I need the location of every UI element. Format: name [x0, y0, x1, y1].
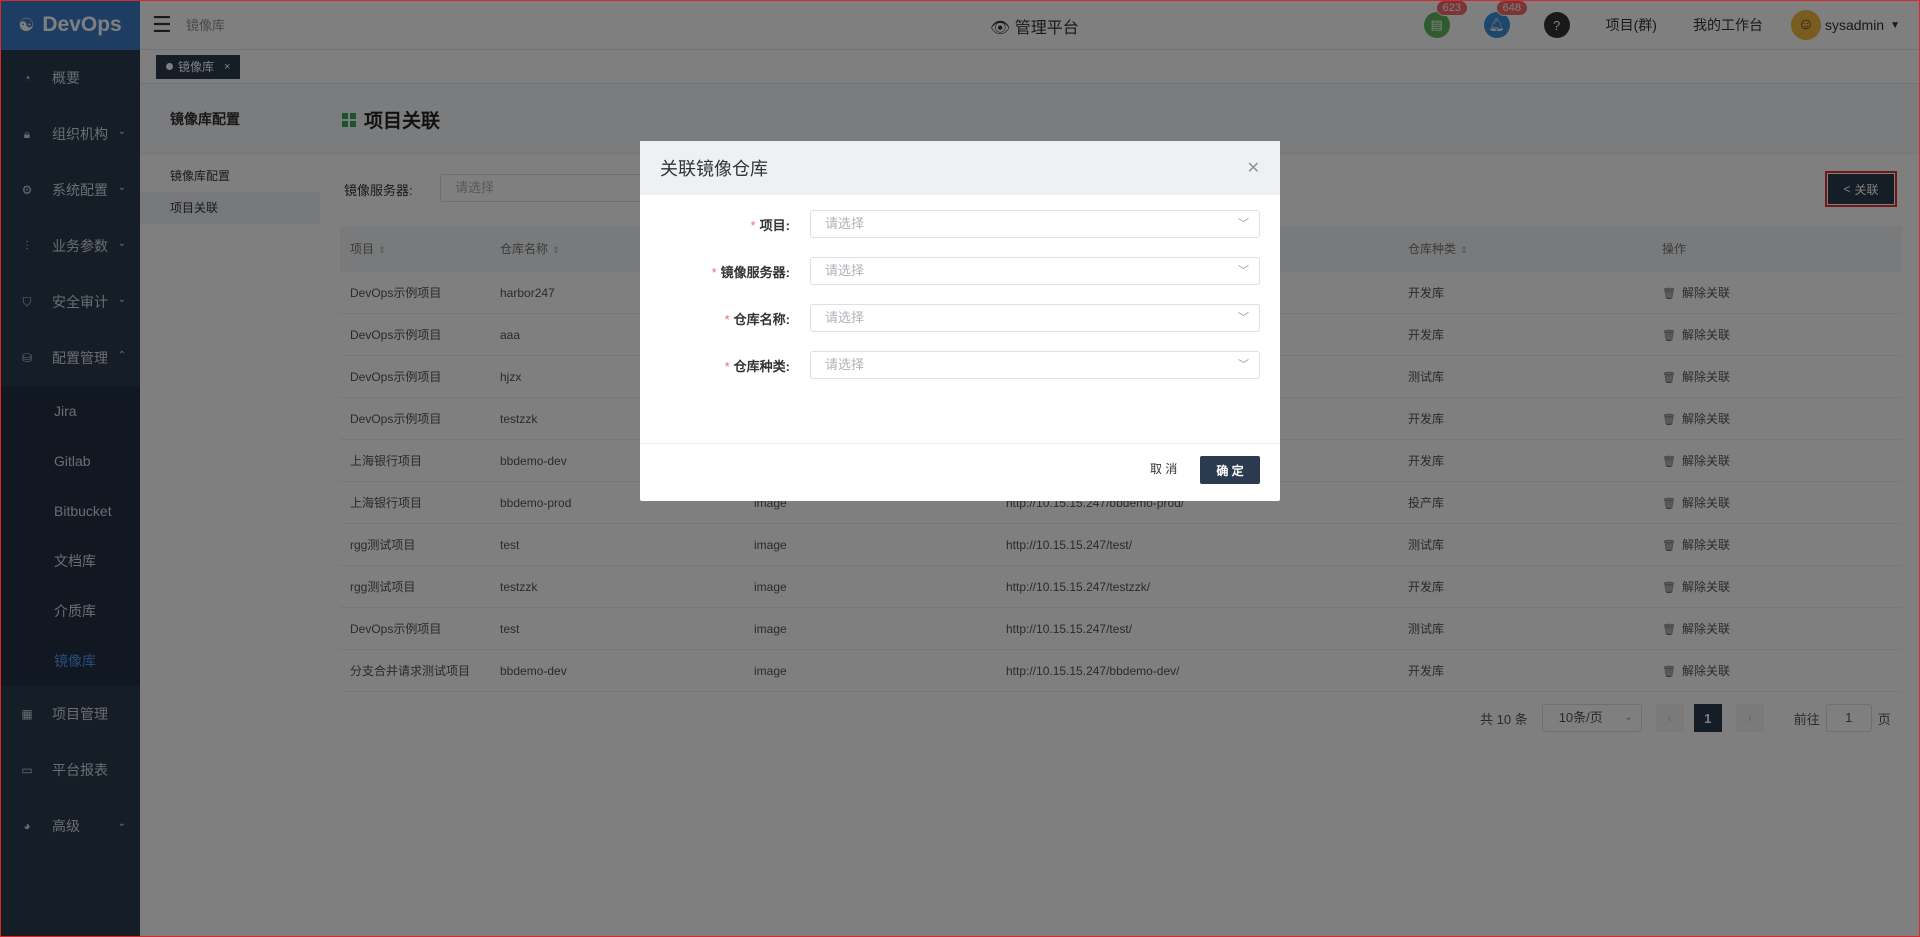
field-label: * 项目: — [750, 217, 790, 233]
chevron-down-icon: ﹀ — [1238, 265, 1249, 277]
field-label: * 镜像服务器: — [711, 264, 790, 280]
cancel-button[interactable]: 取 消 — [1150, 460, 1177, 477]
confirm-button[interactable]: 确 定 — [1200, 456, 1260, 484]
form-row-project: * 项目: 请选择 ﹀ — [640, 209, 1280, 239]
project-select[interactable]: 请选择 ﹀ — [810, 210, 1260, 238]
field-label: * 仓库名称: — [724, 311, 790, 327]
dialog-title: 关联镜像仓库 — [660, 159, 768, 179]
form-row-repo-type: * 仓库种类: 请选择 ﹀ — [640, 350, 1280, 380]
dialog-header: 关联镜像仓库 ✕ — [640, 141, 1280, 195]
repo-name-select[interactable]: 请选择 ﹀ — [810, 304, 1260, 332]
dialog-footer: 取 消 确 定 — [640, 443, 1280, 501]
form-row-image-server: * 镜像服务器: 请选择 ﹀ — [640, 256, 1280, 286]
image-server-select[interactable]: 请选择 ﹀ — [810, 257, 1260, 285]
close-icon[interactable]: ✕ — [1247, 158, 1260, 178]
form-row-repo-name: * 仓库名称: 请选择 ﹀ — [640, 303, 1280, 333]
chevron-down-icon: ﹀ — [1238, 312, 1249, 324]
chevron-down-icon: ﹀ — [1238, 218, 1249, 230]
chevron-down-icon: ﹀ — [1238, 359, 1249, 371]
field-label: * 仓库种类: — [724, 358, 790, 374]
repo-type-select[interactable]: 请选择 ﹀ — [810, 351, 1260, 379]
link-image-repo-dialog: 关联镜像仓库 ✕ * 项目: 请选择 ﹀ * 镜像服务器: 请选择 ﹀ * 仓库名称: 请… — [640, 141, 1280, 501]
